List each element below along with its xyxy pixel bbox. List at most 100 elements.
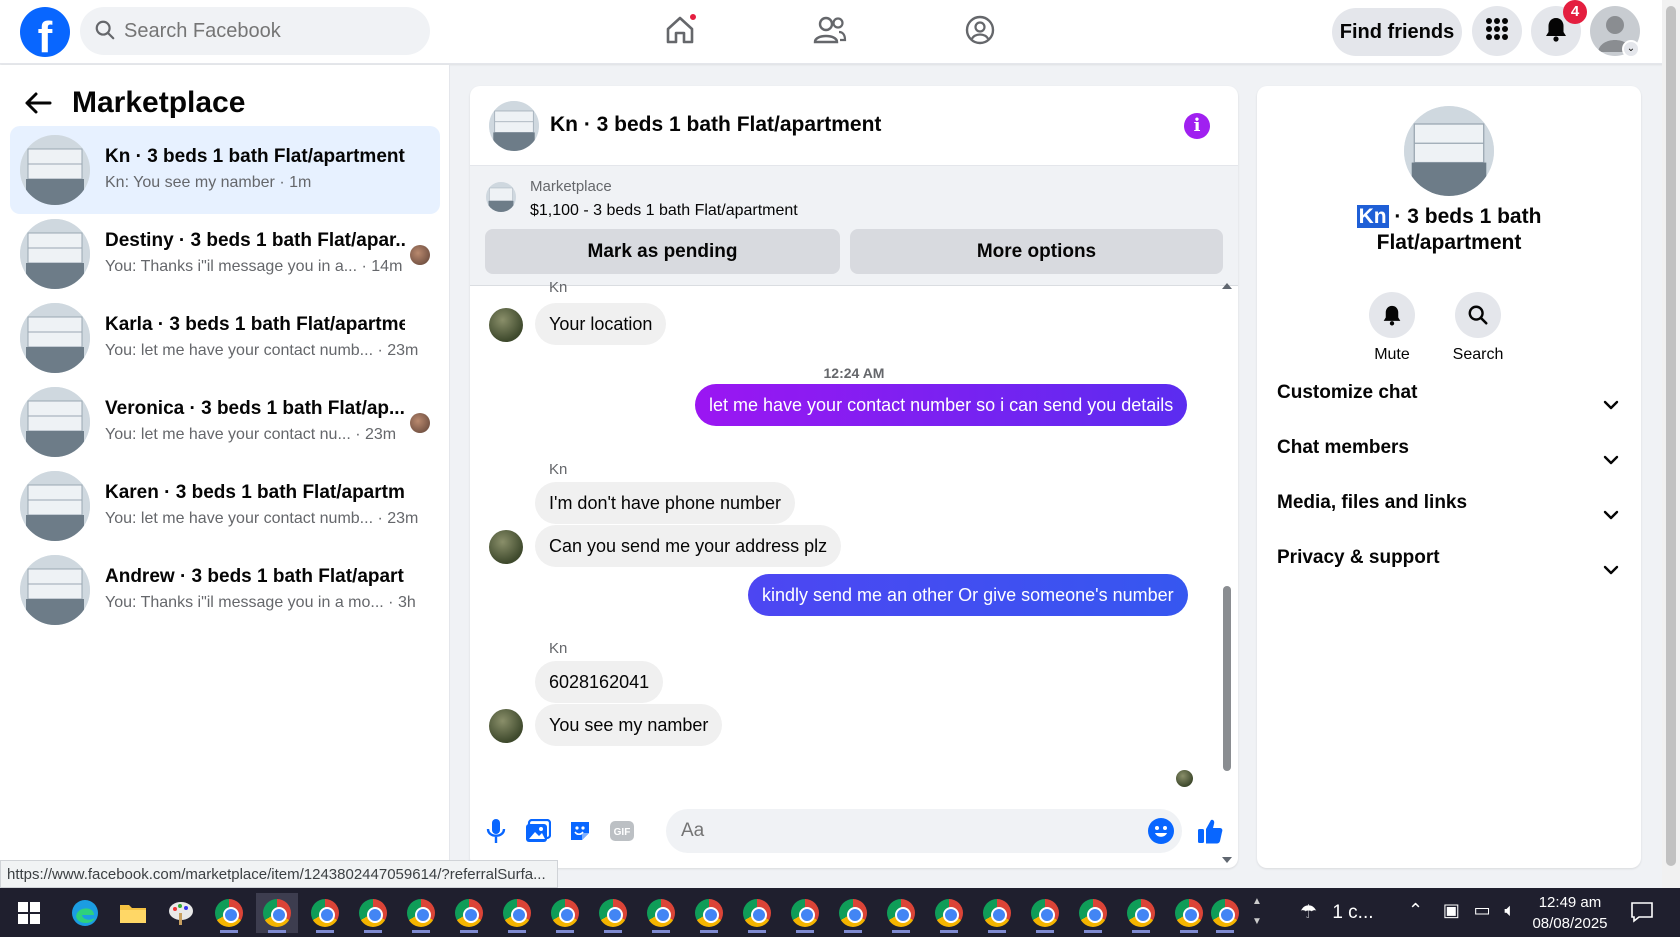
search-input[interactable] <box>124 7 414 55</box>
conversation-preview: You: Thanks i"il message you in a... · 1… <box>105 258 403 275</box>
listing-title-line2: Flat/apartment <box>1376 231 1522 254</box>
search-box[interactable] <box>80 7 430 55</box>
incoming-message[interactable]: I'm don't have phone number <box>535 482 796 524</box>
microphone-icon[interactable] <box>482 817 510 845</box>
message-input[interactable] <box>666 809 1182 853</box>
back-arrow-icon[interactable] <box>24 87 56 119</box>
incoming-message[interactable]: 6028162041 <box>535 661 664 703</box>
home-nav-button[interactable] <box>660 12 700 52</box>
chrome-icon[interactable] <box>208 893 250 933</box>
chrome-icon[interactable] <box>736 893 778 933</box>
volume-icon[interactable]: 🔈︎ <box>1504 900 1515 921</box>
conversation-item[interactable]: Kn · 3 beds 1 bath Flat/apartment Kn: Yo… <box>10 126 440 214</box>
chrome-icon[interactable] <box>880 893 922 933</box>
photo-icon[interactable] <box>524 817 552 845</box>
listing-detail[interactable]: $1,100 - 3 beds 1 bath Flat/apartment <box>530 202 798 220</box>
search-icon[interactable] <box>1455 292 1501 338</box>
conversation-item[interactable]: Karla · 3 beds 1 bath Flat/apartment You… <box>10 294 440 382</box>
account-chevron-down-icon[interactable]: ⌄ <box>1622 40 1640 58</box>
sticker-icon[interactable] <box>566 817 594 845</box>
outgoing-message[interactable]: let me have your contact number so i can… <box>695 384 1188 426</box>
chat-members-section[interactable]: Chat members <box>1277 428 1627 468</box>
incoming-message[interactable]: Can you send me your address plz <box>535 525 842 567</box>
conversation-item[interactable]: Veronica · 3 beds 1 bath Flat/ap... You:… <box>10 378 440 466</box>
file-explorer-icon[interactable] <box>112 893 154 933</box>
outgoing-message[interactable]: kindly send me an other Or give someone'… <box>748 574 1188 616</box>
sender-avatar[interactable] <box>489 308 523 342</box>
chevron-up-icon[interactable]: ⌃ <box>1408 900 1423 921</box>
section-label: Media, files and links <box>1277 492 1468 513</box>
chrome-icon[interactable] <box>784 893 826 933</box>
chrome-icon[interactable] <box>400 893 442 933</box>
weather-widget[interactable]: ☂ 1 c... <box>1300 901 1374 924</box>
conversation-item[interactable]: Karen · 3 beds 1 bath Flat/apartment You… <box>10 462 440 550</box>
chevron-down-icon <box>1603 385 1619 425</box>
chrome-icon[interactable] <box>496 893 538 933</box>
conversation-item[interactable]: Andrew · 3 beds 1 bath Flat/apart... You… <box>10 546 440 634</box>
incoming-message[interactable]: You see my namber <box>535 704 723 746</box>
emoji-icon[interactable] <box>1148 818 1174 844</box>
chat-listing-thumbnail[interactable] <box>489 101 539 151</box>
chrome-icon[interactable] <box>1072 893 1114 933</box>
chat-title[interactable]: Kn · 3 beds 1 bath Flat/apartment <box>550 113 881 137</box>
thumbs-up-icon[interactable] <box>1196 817 1224 845</box>
chrome-icon[interactable] <box>928 893 970 933</box>
groups-icon <box>964 14 996 51</box>
customize-chat-section[interactable]: Customize chat <box>1277 373 1627 413</box>
chrome-icon[interactable] <box>1204 893 1246 933</box>
privacy-support-section[interactable]: Privacy & support <box>1277 538 1627 578</box>
more-options-button[interactable]: More options <box>850 229 1223 274</box>
sender-name: Kn <box>549 640 568 657</box>
mute-action[interactable]: Mute <box>1352 292 1432 364</box>
gif-icon[interactable]: GIF <box>608 817 636 845</box>
sender-avatar[interactable] <box>489 709 523 743</box>
chrome-icon[interactable] <box>448 893 490 933</box>
chrome-icon[interactable] <box>1024 893 1066 933</box>
chrome-icon[interactable] <box>688 893 730 933</box>
listing-profile-image[interactable] <box>1404 106 1494 196</box>
chrome-icon[interactable] <box>352 893 394 933</box>
chrome-icon[interactable] <box>592 893 634 933</box>
conversation-title: Kn · 3 beds 1 bath Flat/apartment <box>105 146 405 167</box>
incoming-message[interactable]: Your location <box>535 303 667 345</box>
edge-browser-icon[interactable] <box>64 893 106 933</box>
facebook-logo[interactable]: f <box>20 7 70 57</box>
chrome-icon[interactable] <box>832 893 874 933</box>
page-scrollbar-thumb[interactable] <box>1666 6 1676 866</box>
windows-start-icon[interactable] <box>18 902 40 929</box>
chat-panel: Kn · 3 beds 1 bath Flat/apartment i Mark… <box>470 86 1238 868</box>
message-scrollbar[interactable] <box>1220 279 1234 868</box>
find-friends-button[interactable]: Find friends <box>1332 8 1462 56</box>
system-clock[interactable]: 12:49 am 08/08/2025 <box>1522 892 1618 934</box>
listing-source: Marketplace <box>530 178 612 195</box>
bell-icon[interactable] <box>1369 292 1415 338</box>
network-icon[interactable]: ▭ <box>1474 900 1491 921</box>
groups-nav-button[interactable] <box>960 12 1000 52</box>
media-files-links-section[interactable]: Media, files and links <box>1277 483 1627 523</box>
chrome-icon[interactable] <box>640 893 682 933</box>
info-icon[interactable]: i <box>1184 113 1210 139</box>
message-scrollbar-thumb[interactable] <box>1223 586 1231 771</box>
chrome-icon[interactable] <box>544 893 586 933</box>
search-action[interactable]: Search <box>1438 292 1518 364</box>
meet-now-icon[interactable]: ▣ <box>1443 900 1460 921</box>
chrome-icon[interactable] <box>256 893 298 933</box>
sender-name: Kn <box>549 279 568 296</box>
friends-nav-button[interactable] <box>810 12 850 52</box>
chrome-icon[interactable] <box>304 893 346 933</box>
chrome-icon[interactable] <box>1120 893 1162 933</box>
mark-as-pending-button[interactable]: Mark as pending <box>485 229 840 274</box>
notifications-button[interactable]: 4 <box>1531 0 1587 56</box>
action-center-icon[interactable] <box>1630 901 1654 928</box>
menu-button[interactable] <box>1472 6 1522 56</box>
system-tray[interactable]: ⌃ ▣ ▭ 🔈︎ <box>1408 900 1515 921</box>
conversation-preview: Kn: You see my namber · 1m <box>105 174 312 191</box>
search-label: Search <box>1452 346 1504 363</box>
listing-title: Kn · 3 beds 1 bath Flat/apartment <box>1257 204 1641 256</box>
sender-avatar[interactable] <box>489 530 523 564</box>
conversation-item[interactable]: Destiny · 3 beds 1 bath Flat/apar... You… <box>10 210 440 298</box>
taskbar-scroll-arrows[interactable]: ▲ ▼ <box>1252 892 1262 932</box>
paint-app-icon[interactable] <box>160 893 202 933</box>
page-scrollbar[interactable] <box>1662 0 1680 888</box>
chrome-icon[interactable] <box>976 893 1018 933</box>
